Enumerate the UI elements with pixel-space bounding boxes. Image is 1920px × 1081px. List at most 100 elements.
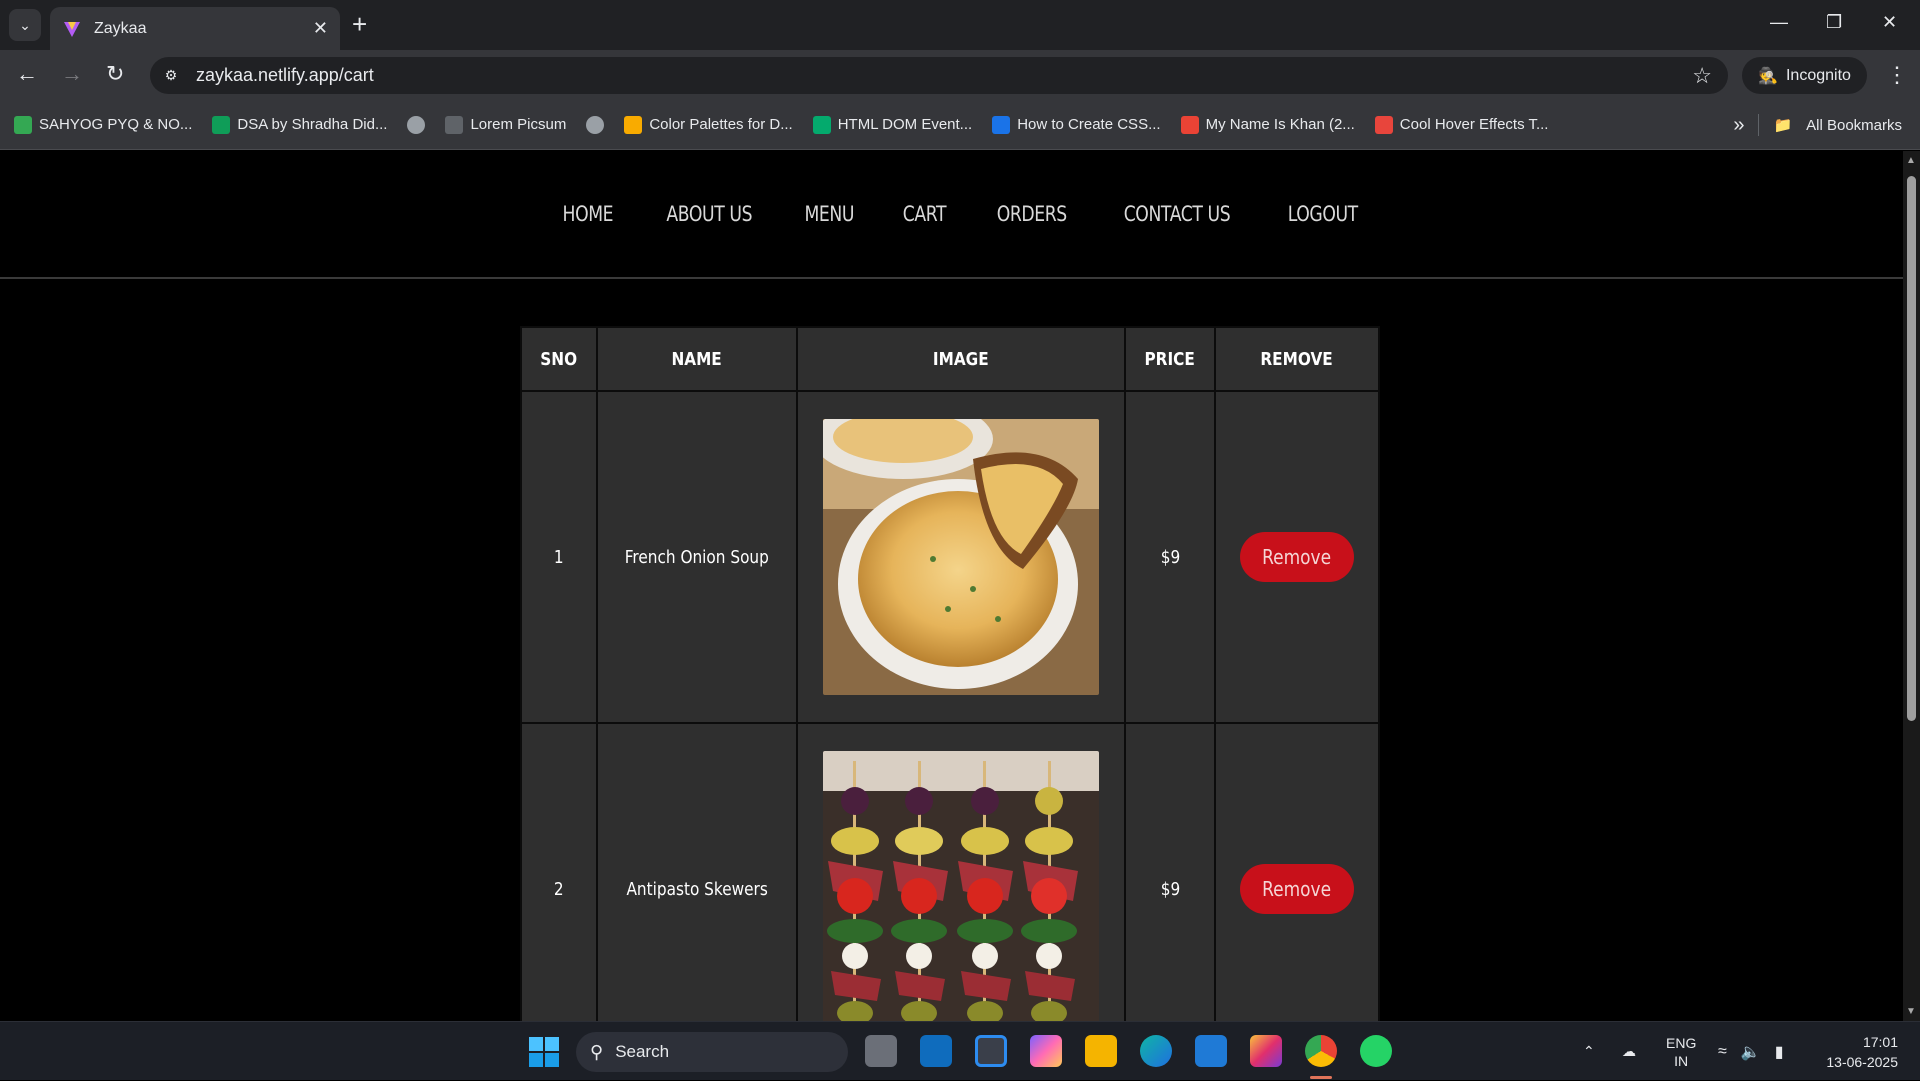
store-icon[interactable] [975, 1035, 1007, 1067]
new-tab-button[interactable]: + [352, 11, 367, 37]
nav-menu[interactable]: MENU [805, 202, 855, 226]
nav-cart[interactable]: CART [903, 202, 947, 226]
vscode-icon[interactable] [1195, 1035, 1227, 1067]
table-header-row: SNO NAME IMAGE PRICE REMOVE [520, 326, 1380, 392]
bookmark-label: SAHYOG PYQ & NO... [39, 116, 193, 133]
file-explorer-icon[interactable] [1085, 1035, 1117, 1067]
nav-home[interactable]: HOME [563, 202, 614, 226]
cell-sno: 1 [520, 390, 598, 724]
restore-icon[interactable]: ❐ [1826, 12, 1842, 33]
instagram-icon[interactable] [1250, 1035, 1282, 1067]
cell-remove: Remove [1214, 722, 1380, 1021]
nav-orders[interactable]: ORDERS [997, 202, 1068, 226]
bookmark-favicon-icon [1374, 115, 1393, 134]
bookmark-label: HTML DOM Event... [837, 116, 973, 133]
clock-date: 13-06-2025 [1826, 1053, 1898, 1070]
all-bookmarks-link[interactable]: All Bookmarks [1806, 117, 1902, 134]
more-bookmarks-icon[interactable]: » [1733, 114, 1744, 137]
close-window-icon[interactable]: ✕ [1882, 12, 1897, 33]
bookmark-item[interactable]: Lorem Picsum [445, 115, 567, 134]
bookmark-item[interactable]: SAHYOG PYQ & NO... [14, 115, 193, 134]
tab-zaykaa[interactable]: Zaykaa ✕ [50, 7, 340, 50]
food-image-french-onion-soup [823, 419, 1099, 695]
cell-image [796, 722, 1126, 1021]
bookmark-item[interactable] [586, 115, 605, 134]
header-name: NAME [596, 326, 798, 392]
site-info-icon[interactable]: ⚙ [160, 65, 182, 87]
chrome-icon[interactable] [1305, 1035, 1337, 1067]
cell-name: French Onion Soup [596, 390, 798, 724]
bookmark-favicon-icon [407, 115, 426, 134]
chevron-down-icon: ⌄ [19, 16, 31, 33]
header-remove: REMOVE [1214, 326, 1380, 392]
windows-start-icon[interactable] [529, 1037, 559, 1067]
bookmark-label: Color Palettes for D... [649, 116, 793, 133]
bookmark-label: My Name Is Khan (2... [1205, 116, 1355, 133]
close-icon[interactable]: ✕ [313, 18, 328, 39]
folder-icon: 📁 [1773, 117, 1793, 134]
browser-toolbar: ← → ↻ ⚙ zaykaa.netlify.app/cart ☆ 🕵 Inco… [0, 50, 1920, 100]
reload-icon[interactable]: ↻ [106, 63, 124, 85]
minimize-icon[interactable]: — [1770, 12, 1788, 33]
volume-icon: 🔈 [1740, 1043, 1761, 1061]
url-text[interactable]: zaykaa.netlify.app/cart [196, 65, 1692, 86]
edge-icon[interactable] [1140, 1035, 1172, 1067]
remove-button[interactable]: Remove [1240, 864, 1354, 914]
food-image-antipasto-skewers [823, 751, 1099, 1021]
nav-contact-us[interactable]: CONTACT US [1124, 202, 1231, 226]
bookmark-item[interactable]: Cool Hover Effects T... [1374, 115, 1548, 134]
more-menu-icon[interactable]: ⋮ [1886, 62, 1908, 88]
page-scrollbar[interactable]: ▲ ▼ [1903, 151, 1920, 1021]
taskbar-search[interactable]: ⚲ Search [576, 1032, 848, 1072]
bookmark-favicon-icon [624, 115, 643, 134]
bookmark-item[interactable]: How to Create CSS... [992, 115, 1161, 134]
outlook-icon[interactable] [920, 1035, 952, 1067]
bookmark-item[interactable]: Color Palettes for D... [624, 115, 793, 134]
bookmark-favicon-icon [1180, 115, 1199, 134]
battery-icon: ▮ [1774, 1043, 1784, 1061]
nav-about-us[interactable]: ABOUT US [666, 202, 752, 226]
address-bar[interactable]: ⚙ zaykaa.netlify.app/cart ☆ [150, 57, 1728, 94]
whatsapp-icon[interactable] [1360, 1035, 1392, 1067]
bookmark-item[interactable] [407, 115, 426, 134]
onedrive-icon[interactable]: ☁ [1622, 1022, 1636, 1081]
header-price: PRICE [1124, 326, 1216, 392]
cell-image [796, 390, 1126, 724]
system-tray[interactable]: ≈ 🔈 ▮ [1718, 1022, 1784, 1081]
tab-search-button[interactable]: ⌄ [9, 9, 41, 41]
scroll-up-icon[interactable]: ▲ [1906, 155, 1916, 166]
forward-icon[interactable]: → [61, 63, 83, 85]
task-view-icon[interactable] [865, 1035, 897, 1067]
copilot-icon[interactable] [1030, 1035, 1062, 1067]
cell-sno: 2 [520, 722, 598, 1021]
taskbar-search-label: Search [615, 1042, 670, 1061]
bookmark-label: Lorem Picsum [470, 116, 567, 133]
search-icon: ⚲ [590, 1041, 604, 1062]
remove-button[interactable]: Remove [1240, 532, 1354, 582]
bookmark-favicon-icon [212, 115, 231, 134]
bookmark-favicon-icon [992, 115, 1011, 134]
tab-bar: ⌄ Zaykaa ✕ + — ❐ ✕ [0, 0, 1920, 50]
windows-taskbar: ⚲ Search ⌃ ☁ ENG IN ≈ 🔈 ▮ 17:01 13-06-20… [0, 1021, 1920, 1080]
header-sno: SNO [520, 326, 598, 392]
bookmark-item[interactable]: My Name Is Khan (2... [1180, 115, 1355, 134]
incognito-button[interactable]: 🕵 Incognito [1742, 57, 1867, 94]
bookmark-item[interactable]: HTML DOM Event... [812, 115, 973, 134]
bookmark-favicon-icon [586, 115, 605, 134]
bookmark-item[interactable]: DSA by Shradha Did... [212, 115, 387, 134]
tab-title: Zaykaa [94, 19, 147, 37]
nav-logout[interactable]: LOGOUT [1288, 202, 1359, 226]
scroll-down-icon[interactable]: ▼ [1906, 1006, 1916, 1017]
back-icon[interactable]: ← [16, 63, 38, 85]
scroll-thumb[interactable] [1907, 176, 1916, 721]
language-indicator[interactable]: ENG IN [1666, 1022, 1696, 1081]
divider [1758, 114, 1760, 136]
clock-time: 17:01 [1862, 1033, 1898, 1050]
bookmark-star-icon[interactable]: ☆ [1692, 63, 1712, 89]
bookmark-label: How to Create CSS... [1017, 116, 1161, 133]
clock[interactable]: 17:01 13-06-2025 [1818, 1022, 1898, 1081]
cell-price: $9 [1124, 722, 1216, 1021]
active-app-indicator [1310, 1076, 1332, 1079]
show-hidden-icons-icon[interactable]: ⌃ [1583, 1022, 1595, 1081]
table-row: 1 French Onion Soup $9 Remove [520, 390, 1380, 724]
